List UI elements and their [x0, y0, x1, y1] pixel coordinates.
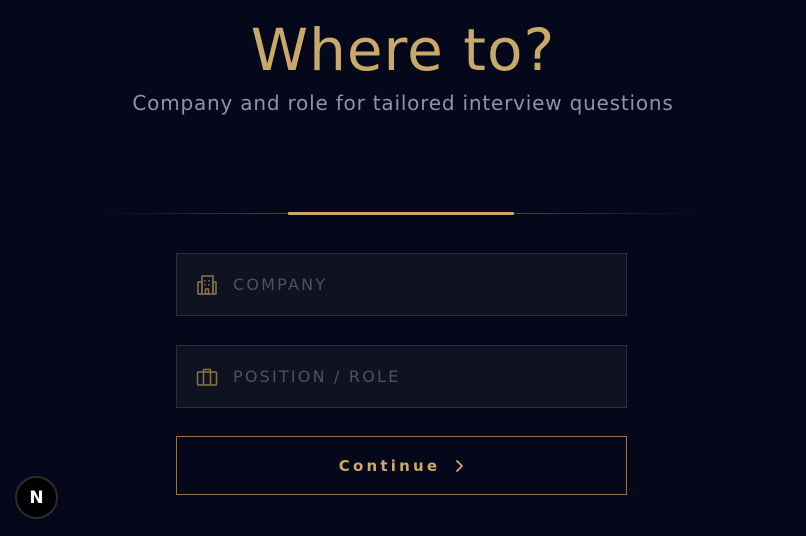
company-input[interactable]: [219, 254, 626, 315]
onboarding-page: Where to? Company and role for tailored …: [0, 0, 806, 536]
briefcase-icon: [195, 365, 219, 389]
company-field[interactable]: [176, 253, 627, 316]
continue-button[interactable]: Continue: [176, 436, 627, 495]
badge-label: N: [29, 487, 44, 508]
building-icon: [195, 273, 219, 297]
progress-indicator: [288, 212, 514, 215]
continue-label: Continue: [338, 456, 441, 475]
position-input[interactable]: [219, 346, 626, 407]
chevron-right-icon: [454, 459, 464, 473]
page-title: Where to?: [250, 16, 556, 84]
dev-tools-badge[interactable]: N: [15, 476, 58, 519]
position-field[interactable]: [176, 345, 627, 408]
page-subtitle: Company and role for tailored interview …: [132, 91, 674, 115]
